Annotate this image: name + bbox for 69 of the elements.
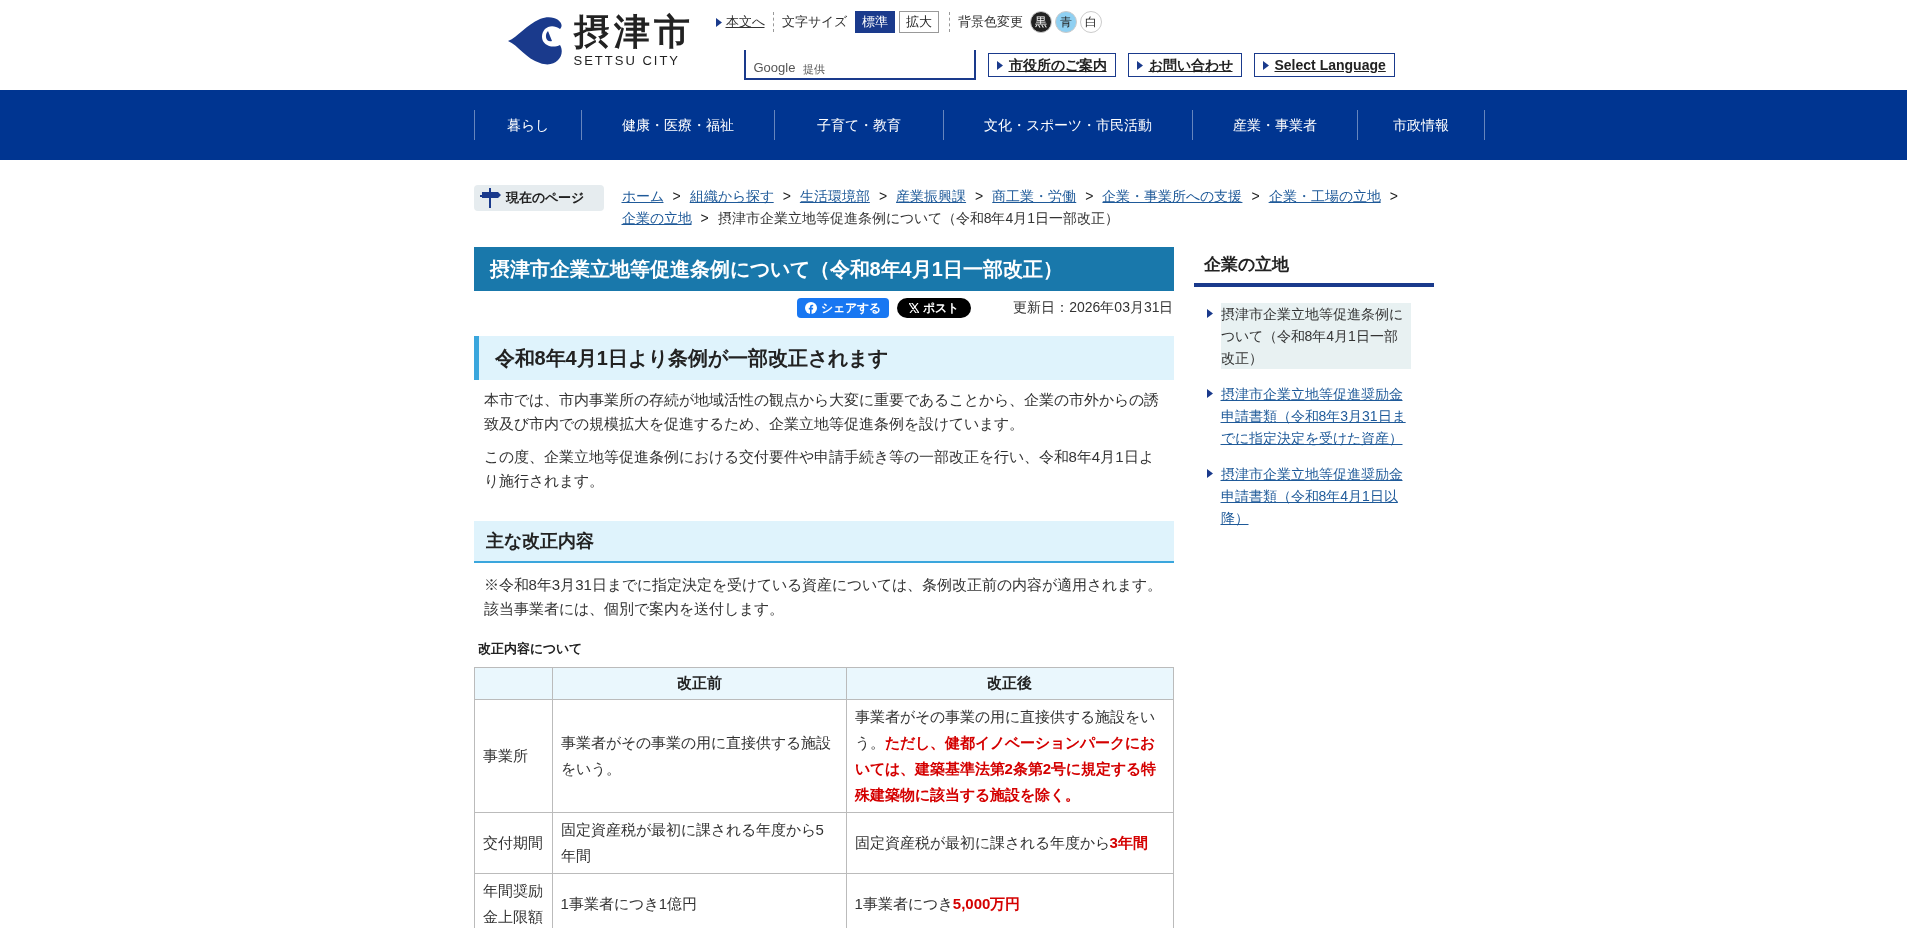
nav-item[interactable]: 市政情報 — [1356, 110, 1485, 140]
breadcrumb-link[interactable]: 産業振興課 — [896, 185, 967, 207]
nav-item[interactable]: 暮らし — [473, 110, 581, 140]
breadcrumb-link[interactable]: 生活環境部 — [799, 185, 870, 207]
header-link[interactable]: Select Language — [1253, 53, 1395, 77]
post-button[interactable]: ポスト — [897, 297, 972, 318]
nav-item[interactable]: 健康・医療・福祉 — [580, 110, 774, 140]
label-text: 文字サイズ — [781, 13, 847, 32]
table-cell: 固定資産税が最初に課される年度から5年間 — [552, 812, 846, 873]
caret-icon — [996, 60, 1003, 70]
caret-icon — [1206, 389, 1213, 398]
caret-icon — [1136, 60, 1143, 70]
table-cell: 事業者がその事業の用に直接供する施設をいう。ただし、健都イノベーションパークにおいては、建築基準法第2条第2号に規定する特殊建築物に該当する施設を除く。 — [846, 699, 1173, 812]
background-color-button[interactable]: 白 — [1079, 11, 1102, 33]
table-cell: 交付期間 — [474, 812, 552, 873]
signpost-icon — [477, 186, 502, 210]
breadcrumb-separator: > — [782, 187, 791, 206]
breadcrumb-separator: > — [672, 187, 681, 206]
font-size-button[interactable]: 標準 — [854, 11, 895, 33]
section-heading: 令和8年4月1日より条例が一部改正されます — [473, 336, 1174, 380]
sidebar-link[interactable]: 摂津市企業立地等促進奨励金申請書類（令和8年4月1日以降） — [1220, 463, 1411, 529]
skip-link[interactable]: 本文へ — [715, 12, 774, 32]
paragraph: ※令和8年3月31日までに指定決定を受けている資産については、条例改正前の内容が適用されます。該当事業者には、個別で案内を送付します。 — [482, 575, 1163, 619]
breadcrumb-link[interactable]: ホーム — [621, 185, 664, 207]
facebook-icon — [805, 301, 818, 314]
background-color-button[interactable]: 黒 — [1029, 11, 1052, 33]
updated-date: 更新日：2026年03月31日 — [1013, 298, 1174, 317]
font-size-button[interactable]: 拡大 — [898, 11, 939, 33]
caret-icon — [1262, 60, 1269, 70]
label-text: 背景色変更 — [948, 12, 1023, 32]
page-title: 摂津市企業立地等促進条例について（令和8年4月1日一部改正） — [473, 247, 1174, 291]
breadcrumb-link[interactable]: 企業・工場の立地 — [1268, 185, 1381, 207]
breadcrumb-link[interactable]: 企業の立地 — [621, 207, 692, 229]
breadcrumb-separator: > — [1389, 187, 1398, 206]
breadcrumb-link[interactable]: 商工業・労働 — [992, 185, 1077, 207]
breadcrumb-separator: > — [1085, 187, 1094, 206]
search-field[interactable]: Google 提供 — [743, 50, 976, 80]
sidebar-heading: 企業の立地 — [1193, 247, 1434, 287]
breadcrumb-link[interactable]: 企業・事業所への支援 — [1102, 185, 1243, 207]
share-button[interactable]: シェアする — [797, 297, 890, 318]
breadcrumb-link[interactable]: 組織から探す — [689, 185, 774, 207]
breadcrumb-separator: > — [1251, 187, 1260, 206]
breadcrumb-current: 摂津市企業立地等促進条例について（令和8年4月1日一部改正） — [717, 209, 1120, 228]
table-header: 改正前 — [552, 667, 846, 699]
caret-icon — [1206, 309, 1213, 318]
breadcrumb-label: 現在のページ — [473, 185, 604, 211]
breadcrumb-separator: > — [878, 187, 888, 206]
sidebar-link[interactable]: 摂津市企業立地等促進奨励金申請書類（令和8年3月31日までに指定決定を受けた資産） — [1220, 383, 1411, 449]
nav-item[interactable]: 文化・スポーツ・市民活動 — [942, 110, 1192, 140]
sidebar-link[interactable]: 摂津市企業立地等促進条例について（令和8年4月1日一部改正） — [1220, 303, 1411, 369]
caret-icon — [1206, 469, 1213, 478]
table-cell: 固定資産税が最初に課される年度から3年間 — [846, 812, 1173, 873]
breadcrumb-separator: > — [700, 209, 709, 228]
background-color-button[interactable]: 青 — [1054, 11, 1077, 33]
paragraph: 本市では、市内事業所の存続が地域活性の観点から大変に重要であることから、企業の市外からの誘致及び市内での規模拡大を促進するため、企業立地等促進条例を設けています。 — [482, 390, 1160, 434]
table-cell: 事業者がその事業の用に直接供する施設をいう。 — [552, 699, 846, 812]
table-cell: 事業所 — [474, 699, 552, 812]
table-header: 改正後 — [846, 667, 1173, 699]
breadcrumb-separator: > — [975, 187, 984, 206]
paragraph: この度、企業立地等促進条例における交付要件や申請手続き等の一部改正を行い、令和8年4月1日より施行されます。 — [482, 447, 1155, 491]
caret-icon — [715, 17, 722, 27]
logo-name: 摂津市 — [573, 14, 694, 50]
subsection-heading: 主な改正内容 — [473, 521, 1174, 563]
logo-subtitle: SETTSU CITY — [573, 54, 681, 67]
table-cell: 年間奨励金上限額 — [474, 873, 552, 928]
x-icon — [909, 302, 920, 313]
nav-item[interactable]: 産業・事業者 — [1191, 110, 1357, 140]
nav-item[interactable]: 子育て・教育 — [773, 110, 943, 140]
table-caption: 改正内容について — [476, 640, 583, 658]
